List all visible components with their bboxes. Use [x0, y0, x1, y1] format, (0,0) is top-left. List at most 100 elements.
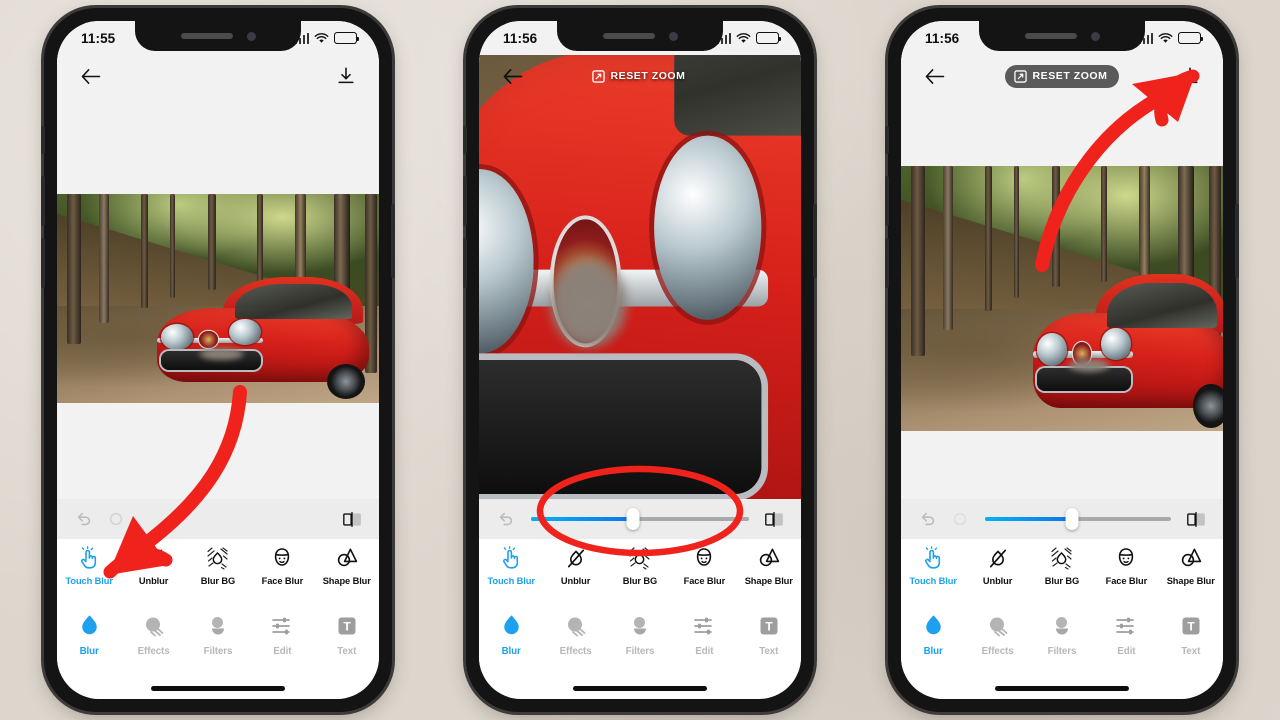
tab-label: Text — [1181, 646, 1201, 657]
tool-face-blur[interactable]: Face Blur — [675, 545, 733, 586]
back-arrow-icon[interactable] — [921, 63, 947, 89]
photo-canvas-3[interactable] — [901, 97, 1223, 499]
edited-photo-3[interactable] — [901, 165, 1223, 431]
tab-edit[interactable]: Edit — [253, 611, 311, 657]
tab-filters[interactable]: Filters — [1033, 611, 1091, 657]
face-blur-icon — [1115, 545, 1137, 571]
volume-down-button[interactable] — [885, 238, 889, 288]
edited-photo-1[interactable] — [57, 193, 379, 403]
phone-screen-3: 11:56 RESET ZOOM Touch Blur Unblur Blur … — [901, 21, 1223, 699]
tab-label: Edit — [1117, 646, 1136, 657]
reset-zoom-button[interactable]: RESET ZOOM — [583, 65, 698, 88]
volume-up-button[interactable] — [41, 176, 45, 226]
phone-screen-2: 11:56 RESET ZOOM Touch Blur Unblur Blur … — [479, 21, 801, 699]
volume-down-button[interactable] — [41, 238, 45, 288]
car-subject — [1033, 274, 1223, 429]
reset-zoom-icon — [591, 69, 605, 83]
battery-icon — [756, 32, 782, 44]
home-indicator — [573, 686, 707, 691]
tab-edit[interactable]: Edit — [1097, 611, 1155, 657]
silent-switch[interactable] — [41, 126, 45, 154]
tab-text[interactable]: T Text — [740, 611, 798, 657]
tab-label: Text — [759, 646, 779, 657]
blur-strength-slider-2[interactable] — [531, 508, 749, 530]
tab-effects[interactable]: Effects — [125, 611, 183, 657]
redo-icon[interactable] — [105, 508, 127, 530]
tool-label: Face Blur — [1105, 576, 1148, 586]
phone-mockup-1: 11:55 Touch Blur Unblur Blur BG Face Blu… — [41, 8, 395, 712]
tab-blur[interactable]: Blur — [904, 611, 962, 657]
tool-blur-bg[interactable]: Blur BG — [1033, 545, 1091, 586]
tool-label: Shape Blur — [1166, 576, 1215, 586]
tab-edit[interactable]: Edit — [675, 611, 733, 657]
volume-down-button[interactable] — [463, 238, 467, 288]
sliders-icon — [270, 611, 294, 641]
tab-filters[interactable]: Filters — [189, 611, 247, 657]
text-icon: T — [336, 611, 358, 641]
tab-filters[interactable]: Filters — [611, 611, 669, 657]
tool-shape-blur[interactable]: Shape Blur — [318, 545, 376, 586]
tool-blur-bg[interactable]: Blur BG — [611, 545, 669, 586]
edited-photo-2[interactable] — [479, 55, 801, 499]
blur-strength-slider-1[interactable] — [141, 508, 327, 530]
tool-blur-bg[interactable]: Blur BG — [189, 545, 247, 586]
tab-label: Filters — [625, 646, 655, 657]
unblur-icon — [143, 545, 165, 571]
tool-touch-blur[interactable]: Touch Blur — [482, 545, 540, 586]
tool-shape-blur[interactable]: Shape Blur — [1162, 545, 1220, 586]
volume-up-button[interactable] — [463, 176, 467, 226]
droplet-icon — [924, 611, 943, 641]
tool-unblur[interactable]: Unblur — [125, 545, 183, 586]
blur-strength-slider-3[interactable] — [985, 508, 1171, 530]
face-blur-icon — [271, 545, 293, 571]
compare-icon[interactable] — [1185, 508, 1207, 530]
tool-unblur[interactable]: Unblur — [547, 545, 605, 586]
car-subject — [156, 277, 370, 399]
tab-label: Effects — [559, 646, 592, 657]
power-button[interactable] — [391, 204, 395, 278]
tool-shape-blur[interactable]: Shape Blur — [740, 545, 798, 586]
home-indicator — [995, 686, 1129, 691]
tab-blur[interactable]: Blur — [60, 611, 118, 657]
tab-blur[interactable]: Blur — [482, 611, 540, 657]
blur-tool-row-2: Touch Blur Unblur Blur BG Face Blur Shap… — [479, 539, 801, 603]
photo-canvas-2[interactable] — [479, 55, 801, 499]
blur-tool-row-3: Touch Blur Unblur Blur BG Face Blur Shap… — [901, 539, 1223, 603]
undo-icon[interactable] — [917, 508, 939, 530]
reset-zoom-button[interactable]: RESET ZOOM — [1004, 64, 1120, 88]
volume-up-button[interactable] — [885, 176, 889, 226]
tool-label: Face Blur — [261, 576, 304, 586]
back-arrow-icon[interactable] — [499, 63, 525, 89]
tab-effects[interactable]: Effects — [969, 611, 1027, 657]
undo-icon[interactable] — [495, 508, 517, 530]
tab-label: Filters — [203, 646, 233, 657]
filters-icon — [1050, 611, 1074, 641]
droplet-icon — [80, 611, 99, 641]
back-arrow-icon[interactable] — [77, 63, 103, 89]
shape-blur-icon — [1179, 545, 1203, 571]
earpiece-speaker — [1024, 33, 1077, 39]
tab-label: Edit — [695, 646, 714, 657]
photo-canvas-1[interactable] — [57, 97, 379, 499]
power-button[interactable] — [813, 204, 817, 278]
tool-touch-blur[interactable]: Touch Blur — [904, 545, 962, 586]
compare-icon[interactable] — [341, 508, 363, 530]
undo-icon[interactable] — [73, 508, 95, 530]
tool-face-blur[interactable]: Face Blur — [1097, 545, 1155, 586]
silent-switch[interactable] — [885, 126, 889, 154]
blur-bg-icon — [1050, 545, 1073, 571]
effects-icon — [564, 611, 588, 641]
tool-touch-blur[interactable]: Touch Blur — [60, 545, 118, 586]
compare-icon[interactable] — [763, 508, 785, 530]
tab-text[interactable]: T Text — [318, 611, 376, 657]
tool-face-blur[interactable]: Face Blur — [253, 545, 311, 586]
tab-text[interactable]: T Text — [1162, 611, 1220, 657]
tool-unblur[interactable]: Unblur — [969, 545, 1027, 586]
app-top-bar-1 — [57, 55, 379, 97]
power-button[interactable] — [1235, 204, 1239, 278]
download-icon[interactable] — [1177, 63, 1203, 89]
redo-icon[interactable] — [949, 508, 971, 530]
silent-switch[interactable] — [463, 126, 467, 154]
download-icon[interactable] — [333, 63, 359, 89]
tab-effects[interactable]: Effects — [547, 611, 605, 657]
